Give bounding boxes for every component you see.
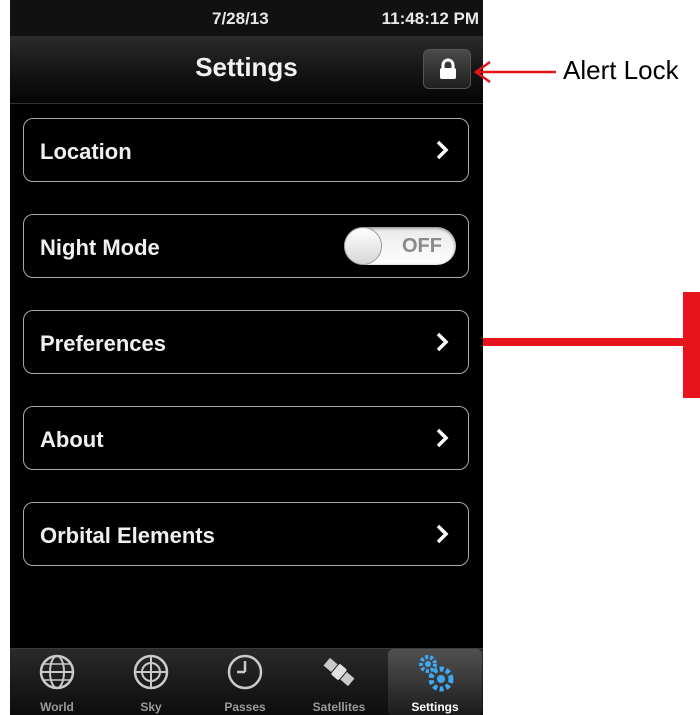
- settings-row-label: About: [40, 427, 104, 452]
- phone-screen: 7/28/13 11:48:12 PM Settings Location Ni…: [10, 0, 483, 715]
- tab-label: Satellites: [312, 700, 366, 714]
- toggle-knob: [344, 227, 382, 265]
- tab-label: Sky: [140, 700, 162, 714]
- chevron-right-icon: [436, 332, 449, 352]
- tab-label: Passes: [224, 700, 266, 714]
- tab-bar: World Sky Passes Satellites Settings: [10, 648, 483, 715]
- page-title: Settings: [195, 52, 298, 82]
- status-time: 11:48:12 PM: [381, 9, 479, 28]
- settings-row-location[interactable]: Location: [23, 118, 469, 182]
- chevron-right-icon: [436, 524, 449, 544]
- tab-label: Settings: [411, 700, 459, 714]
- annotation-label: Alert Lock: [563, 55, 679, 85]
- status-date: 7/28/13: [212, 9, 269, 28]
- settings-row-label: Orbital Elements: [40, 523, 215, 548]
- navigation-bar: Settings: [10, 36, 483, 104]
- chevron-right-icon: [436, 428, 449, 448]
- satellite-icon: [323, 657, 355, 687]
- lock-icon: [440, 58, 456, 79]
- tab-sky[interactable]: Sky: [104, 649, 198, 715]
- settings-row-label: Preferences: [40, 331, 166, 356]
- settings-row-preferences[interactable]: Preferences: [23, 310, 469, 374]
- tab-passes[interactable]: Passes: [198, 649, 292, 715]
- gears-icon: [419, 655, 454, 692]
- tab-label: World: [40, 700, 74, 714]
- night-mode-toggle[interactable]: OFF: [344, 227, 456, 265]
- settings-row-label: Night Mode: [40, 235, 160, 260]
- settings-row-night-mode: Night Mode OFF: [23, 214, 469, 278]
- clock-icon: [227, 654, 263, 690]
- tab-world[interactable]: World: [10, 649, 104, 715]
- settings-row-about[interactable]: About: [23, 406, 469, 470]
- toggle-state-label: OFF: [402, 235, 442, 257]
- annotation-arrow-icon: [473, 60, 556, 84]
- chevron-right-icon: [436, 140, 449, 160]
- status-bar: 7/28/13 11:48:12 PM: [10, 0, 483, 36]
- settings-row-label: Location: [40, 139, 132, 164]
- tab-settings[interactable]: Settings: [388, 649, 482, 715]
- pointer-arrow-icon: [483, 292, 700, 398]
- tab-satellites[interactable]: Satellites: [292, 649, 386, 715]
- globe-icon: [39, 654, 75, 690]
- settings-row-orbital-elements[interactable]: Orbital Elements: [23, 502, 469, 566]
- alert-lock-button[interactable]: [423, 49, 471, 89]
- sky-grid-icon: [133, 654, 169, 690]
